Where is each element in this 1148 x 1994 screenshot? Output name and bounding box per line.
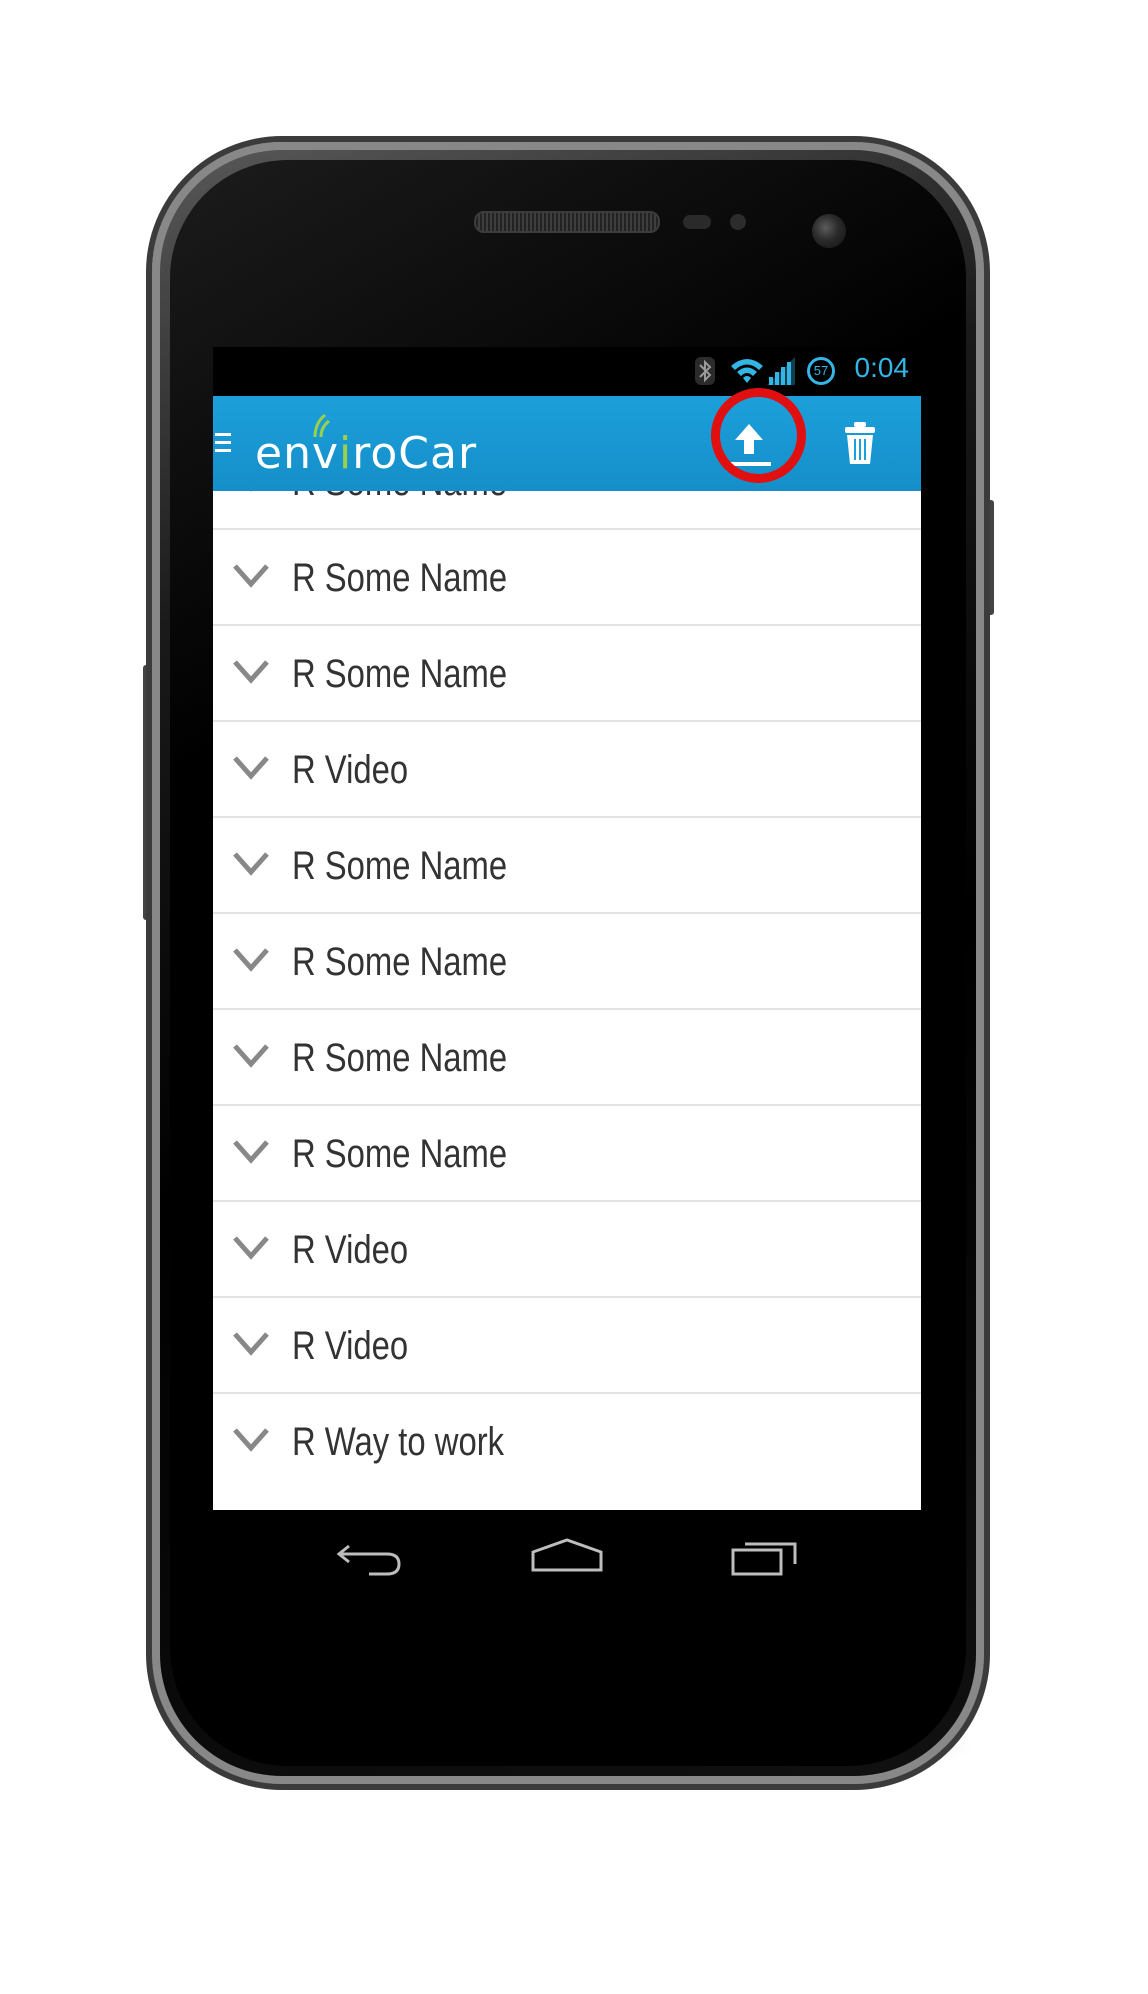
- track-label: R Video: [292, 1324, 409, 1368]
- track-list-item[interactable]: R Some Name: [213, 626, 921, 722]
- logo-suffix: roCar: [352, 428, 478, 479]
- signal-icon: [767, 357, 795, 385]
- track-list-item[interactable]: R Video: [213, 1202, 921, 1298]
- device-screen: 57 0:04 enviroCar R Some Name R Some Nam…: [213, 347, 921, 1607]
- track-list-item[interactable]: R Video: [213, 1298, 921, 1394]
- track-list-item[interactable]: R Some Name: [213, 491, 921, 530]
- track-list-item[interactable]: R Some Name: [213, 818, 921, 914]
- track-label: R Video: [292, 1228, 409, 1272]
- chevron-down-icon: [233, 1044, 269, 1068]
- chevron-down-icon: [233, 1332, 269, 1356]
- proximity-sensor: [683, 215, 711, 229]
- chevron-down-icon: [250, 491, 252, 492]
- track-label: R Some Name: [292, 491, 507, 530]
- recent-apps-icon[interactable]: [729, 1534, 801, 1578]
- track-list-item[interactable]: R Video: [213, 722, 921, 818]
- track-label: R Some Name: [292, 940, 508, 984]
- chevron-down-icon: [233, 660, 269, 684]
- logo-prefix: env: [255, 428, 339, 479]
- track-label: R Video: [292, 748, 409, 792]
- front-camera: [812, 214, 846, 248]
- chevron-down-icon: [233, 564, 269, 588]
- light-sensor: [730, 214, 746, 230]
- logo-accent: i: [339, 428, 353, 479]
- envirocar-logo: enviroCar: [255, 424, 477, 484]
- back-icon[interactable]: [335, 1538, 405, 1578]
- chevron-down-icon: [233, 852, 269, 876]
- track-list-item[interactable]: R Some Name: [213, 1106, 921, 1202]
- chevron-down-icon: [233, 1428, 269, 1452]
- wifi-icon: [731, 359, 763, 383]
- track-list-item[interactable]: R Some Name: [213, 1010, 921, 1106]
- chevron-down-icon: [233, 756, 269, 780]
- track-label: R Some Name: [292, 1132, 508, 1176]
- delete-button[interactable]: [843, 420, 877, 466]
- navigation-bar: [213, 1510, 921, 1607]
- home-icon[interactable]: [529, 1536, 605, 1576]
- track-label: R Some Name: [292, 844, 508, 888]
- chevron-down-icon: [233, 1140, 269, 1164]
- status-bar: 57 0:04: [213, 347, 921, 396]
- trash-icon: [845, 422, 875, 464]
- status-time: 0:04: [854, 352, 910, 383]
- action-bar: enviroCar: [213, 388, 921, 491]
- track-list-item[interactable]: R Some Name: [213, 530, 921, 626]
- bluetooth-icon: [695, 357, 715, 385]
- track-list: R Some Name R Some Name R Some Name R Vi…: [213, 491, 921, 1510]
- upload-icon: [735, 424, 763, 454]
- track-label: R Some Name: [292, 556, 508, 600]
- earpiece-speaker: [474, 211, 660, 233]
- chevron-down-icon: [233, 1236, 269, 1260]
- track-list-item[interactable]: R Way to work: [213, 1394, 921, 1490]
- track-label: R Way to work: [292, 1420, 505, 1464]
- drawer-menu-icon[interactable]: [215, 430, 233, 456]
- track-label: R Some Name: [292, 652, 508, 696]
- track-label: R Some Name: [292, 1036, 508, 1080]
- track-list-item[interactable]: R Some Name: [213, 914, 921, 1010]
- upload-button[interactable]: [723, 418, 775, 474]
- battery-icon: 57: [807, 357, 835, 385]
- chevron-down-icon: [233, 948, 269, 972]
